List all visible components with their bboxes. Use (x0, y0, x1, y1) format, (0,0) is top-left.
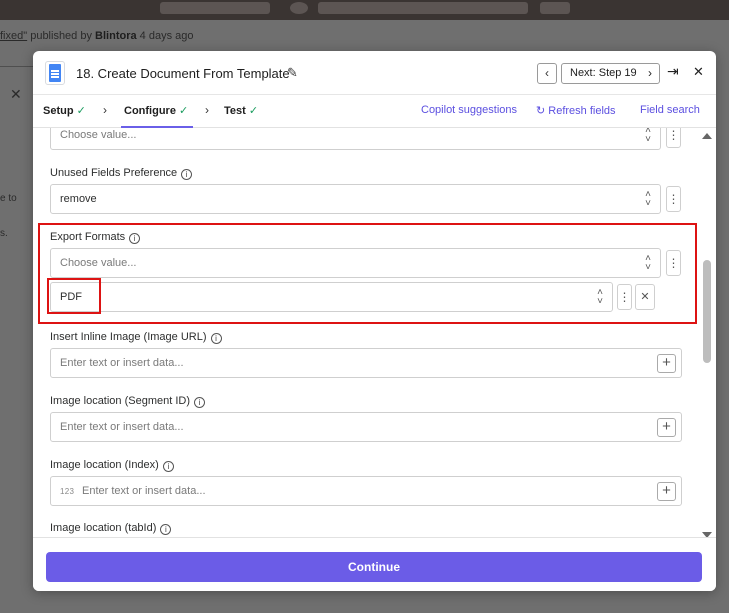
choose-value-dropdown[interactable]: Choose value... ˄ ˅ (50, 128, 661, 150)
chevron-left-icon: ‹ (545, 66, 549, 80)
field-options-button[interactable]: ⋮ (617, 284, 632, 310)
step-title[interactable]: 18. Create Document From Template (76, 66, 290, 81)
pencil-icon[interactable]: ✎ (287, 65, 298, 81)
segment-id-input[interactable]: Enter text or insert data... + (50, 412, 682, 442)
google-docs-icon (45, 61, 65, 85)
up-down-chevron-icon: ˄ ˅ (645, 189, 651, 209)
check-icon: ✓ (248, 105, 259, 117)
background-blurred-title (318, 2, 528, 14)
inline-image-label: Insert Inline Image (Image URL) i (50, 331, 222, 344)
chevron-right-icon: › (205, 103, 209, 117)
background-avatar (290, 2, 308, 14)
tab-id-label: Image location (tabId) i (50, 522, 172, 535)
background-blurred-text (160, 2, 270, 14)
tab-test[interactable]: Test ✓ (224, 104, 258, 117)
modal-footer: Continue (33, 537, 716, 591)
kebab-icon: ⋮ (618, 290, 631, 304)
configure-form: Choose value... ˄ ˅ ⋮ Unused Fields Prefe… (33, 128, 716, 537)
up-down-chevron-icon: ˄ ˅ (597, 287, 603, 307)
background-close-icon[interactable]: ✕ (10, 86, 22, 103)
info-icon[interactable]: i (162, 461, 174, 472)
background-subtitle: fixed" published by Blintora 4 days ago (0, 30, 194, 42)
background-text-fragment: e to (0, 193, 17, 204)
scroll-up-arrow[interactable] (702, 133, 712, 139)
close-icon: ✕ (640, 291, 650, 303)
next-step-button[interactable]: Next: Step 19 › (561, 63, 660, 84)
chevron-right-icon: › (648, 66, 652, 80)
copilot-suggestions-link[interactable]: Copilot suggestions (421, 104, 517, 116)
refresh-icon: ↻ (536, 105, 546, 117)
field-search-link[interactable]: Field search (640, 104, 700, 116)
background-top-bar (0, 0, 729, 20)
unused-fields-label: Unused Fields Preference i (50, 167, 193, 180)
tab-setup[interactable]: Setup ✓ (43, 104, 86, 117)
plus-icon[interactable]: + (657, 354, 676, 373)
index-input[interactable]: 123 Enter text or insert data... + (50, 476, 682, 506)
background-badge (540, 2, 570, 14)
field-options-button[interactable]: ⋮ (666, 128, 681, 148)
check-icon: ✓ (76, 105, 86, 117)
info-icon[interactable]: i (210, 333, 222, 344)
plus-icon[interactable]: + (657, 418, 676, 437)
up-down-chevron-icon: ˄ ˅ (645, 128, 651, 145)
close-icon[interactable]: ✕ (693, 64, 704, 80)
collapse-panel-icon[interactable]: ⇥ (667, 63, 679, 80)
step-tabs: Setup ✓ › Configure ✓ › Test ✓ Copilot sugg… (33, 95, 716, 128)
background-text-fragment: s. (0, 228, 8, 239)
pdf-value-highlight (47, 278, 101, 314)
kebab-icon: ⋮ (667, 128, 680, 142)
tab-configure[interactable]: Configure ✓ (124, 104, 188, 117)
continue-button[interactable]: Continue (46, 552, 702, 582)
next-step-label: Next: Step 19 (570, 67, 637, 79)
field-options-button[interactable]: ⋮ (666, 186, 681, 212)
info-icon[interactable]: i (129, 233, 141, 244)
segment-id-label: Image location (Segment ID) i (50, 395, 206, 408)
background-link[interactable]: fixed" (0, 30, 27, 42)
refresh-fields-button[interactable]: ↻ Refresh fields (536, 104, 616, 117)
index-label: Image location (Index) i (50, 459, 174, 472)
number-type-icon: 123 (60, 487, 75, 496)
unused-fields-dropdown[interactable]: remove ˄ ˅ (50, 184, 661, 214)
export-formats-label: Export Formats i (50, 231, 141, 244)
inline-image-input[interactable]: Enter text or insert data... + (50, 348, 682, 378)
modal-header: 18. Create Document From Template ✎ ‹ Ne… (33, 51, 716, 95)
background-divider (0, 66, 33, 67)
step-editor-modal: 18. Create Document From Template ✎ ‹ Ne… (33, 51, 716, 591)
export-format-item-dropdown[interactable]: PDF ˄ ˅ (50, 282, 613, 312)
field-options-button[interactable]: ⋮ (666, 250, 681, 276)
kebab-icon: ⋮ (667, 192, 680, 206)
info-icon[interactable]: i (194, 397, 206, 408)
kebab-icon: ⋮ (667, 256, 680, 270)
plus-icon[interactable]: + (657, 482, 676, 501)
remove-item-button[interactable]: ✕ (635, 284, 655, 310)
info-icon[interactable]: i (160, 524, 172, 535)
info-icon[interactable]: i (181, 169, 193, 180)
previous-step-button[interactable]: ‹ (537, 63, 557, 84)
up-down-chevron-icon: ˄ ˅ (645, 253, 651, 273)
check-icon: ✓ (178, 105, 189, 117)
export-formats-dropdown[interactable]: Choose value... ˄ ˅ (50, 248, 661, 278)
scrollbar-thumb[interactable] (703, 260, 711, 363)
chevron-right-icon: › (103, 103, 107, 117)
